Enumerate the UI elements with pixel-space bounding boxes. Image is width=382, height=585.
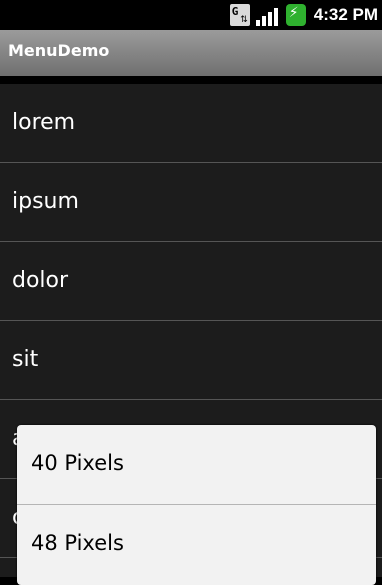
popup-item-label: 48 Pixels bbox=[31, 531, 124, 555]
list-item-label: sit bbox=[12, 347, 39, 372]
status-bar: G⇅ 4:32 PM bbox=[0, 0, 382, 30]
title-bar: MenuDemo bbox=[0, 30, 382, 76]
status-icons: G⇅ 4:32 PM bbox=[229, 0, 382, 30]
list-item-ipsum[interactable]: ipsum bbox=[0, 163, 382, 242]
list-item-label: dolor bbox=[12, 268, 69, 293]
list-item-lorem[interactable]: lorem bbox=[0, 84, 382, 163]
battery-charging-icon bbox=[285, 4, 306, 26]
list-item-sit[interactable]: sit bbox=[0, 321, 382, 400]
popup-item-label: 40 Pixels bbox=[31, 451, 124, 475]
popup-menu: 40 Pixels 48 Pixels bbox=[17, 425, 376, 585]
status-clock: 4:32 PM bbox=[313, 5, 378, 24]
list-item-label: lorem bbox=[12, 110, 76, 135]
list-item-label: ipsum bbox=[12, 189, 79, 214]
sim-g-icon: G ⇅ bbox=[229, 4, 250, 26]
list-item-dolor[interactable]: dolor bbox=[0, 242, 382, 321]
popup-item-48-pixels[interactable]: 48 Pixels bbox=[17, 505, 376, 583]
app-title: MenuDemo bbox=[8, 41, 110, 60]
signal-icon bbox=[255, 4, 280, 26]
popup-item-40-pixels[interactable]: 40 Pixels bbox=[17, 425, 376, 503]
